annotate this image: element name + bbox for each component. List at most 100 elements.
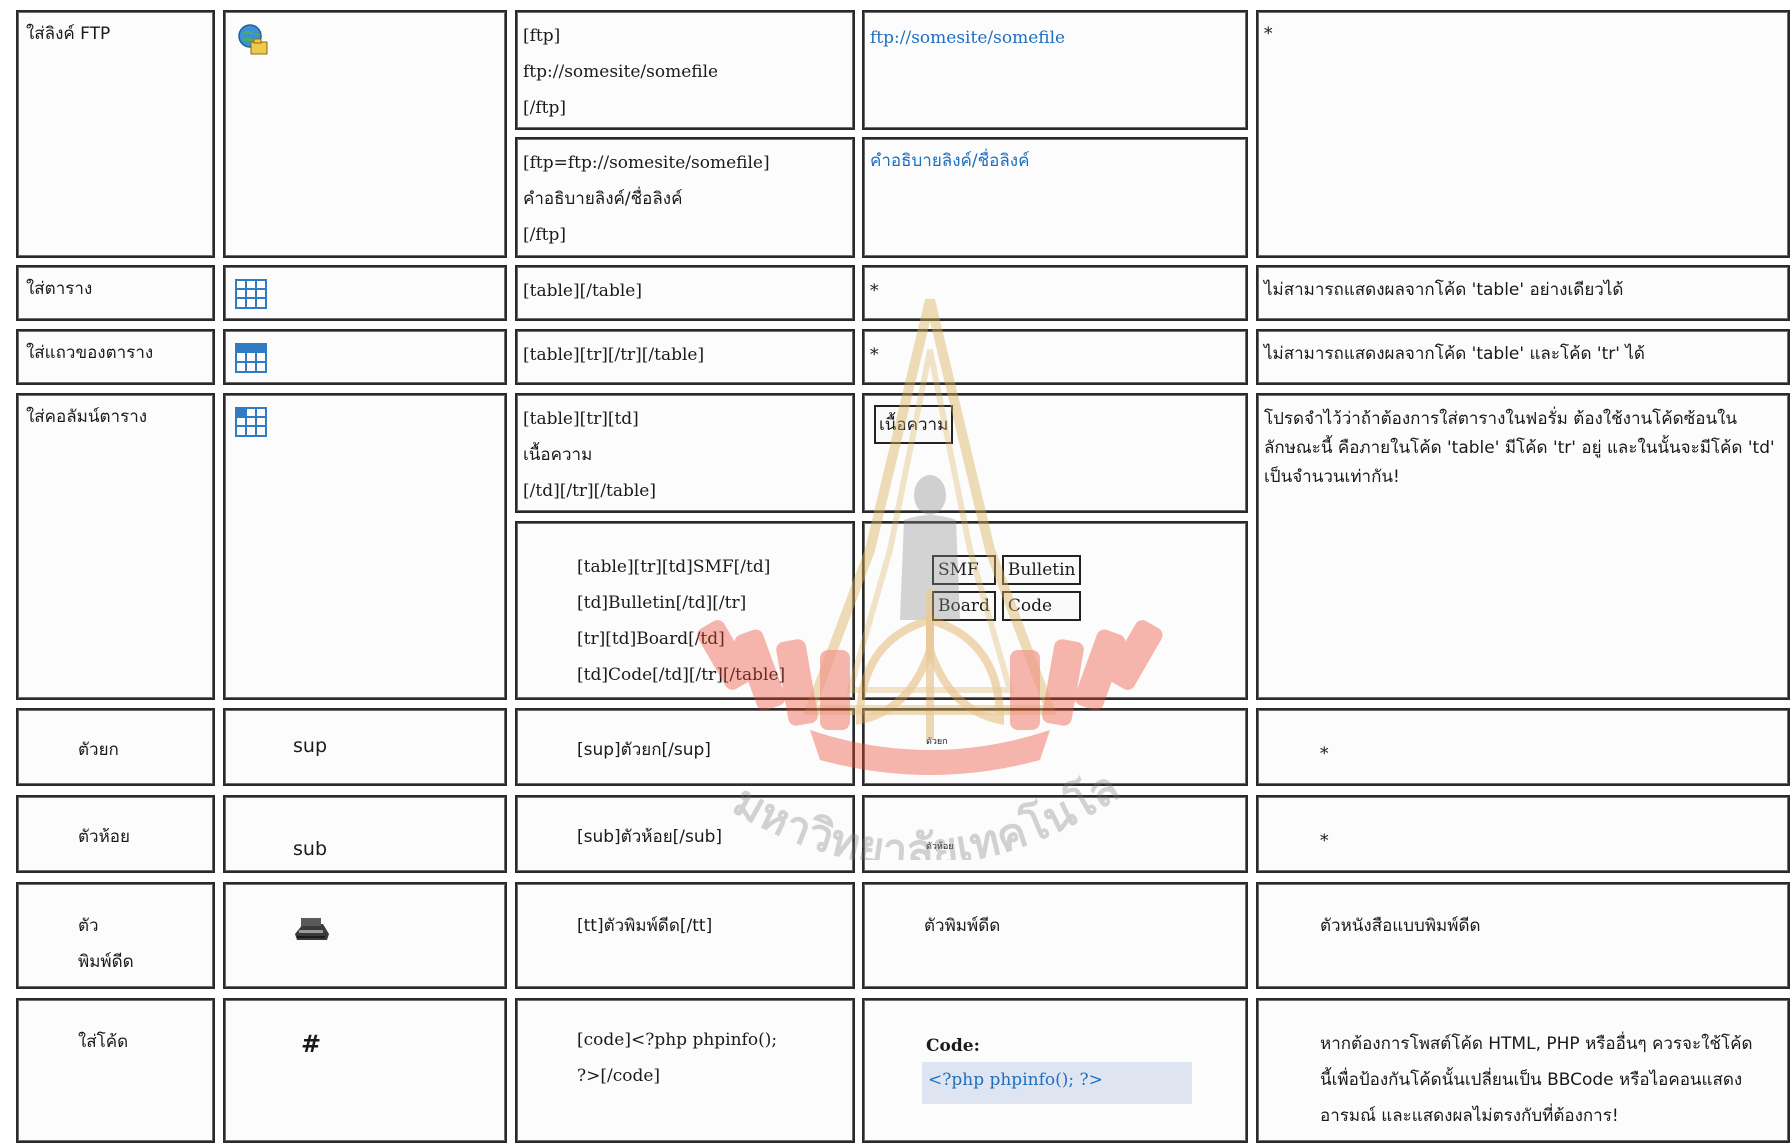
code-result-block: <?php phpinfo(); ?> bbox=[922, 1062, 1192, 1104]
code-result-label: Code: bbox=[926, 1036, 980, 1056]
ftp-named-link[interactable]: คำอธิบายลิงค์/ชื่อลิงค์ bbox=[870, 151, 1029, 171]
code-line: [ftp] bbox=[523, 26, 561, 46]
code-line: [table][tr][td]SMF[/td] bbox=[577, 557, 771, 577]
sup-result-cell: ตัวยก bbox=[862, 708, 1248, 786]
code-line: [table][tr][td] bbox=[523, 409, 639, 429]
typewriter-result: ตัวพิมพ์ดีด bbox=[924, 916, 1001, 936]
row-label: ใส่โค้ด bbox=[78, 1032, 129, 1052]
table-note-cell: ไม่สามารถแสดงผลจากโค้ด 'table' อย่างเดีย… bbox=[1256, 265, 1790, 321]
ftp-result-cell-2: คำอธิบายลิงค์/ชื่อลิงค์ bbox=[862, 137, 1248, 258]
td-result-cell-1: เนื้อความ bbox=[862, 393, 1248, 513]
td-icon-cell bbox=[223, 393, 507, 700]
table-cell: Board bbox=[932, 591, 996, 621]
row-label: ตัวห้อย bbox=[78, 827, 130, 847]
ftp-code-lines-1: [ftp] ftp://somesite/somefile [/ftp] bbox=[523, 18, 718, 126]
tr-note-cell: ไม่สามารถแสดงผลจากโค้ด 'table' และโค้ด '… bbox=[1256, 329, 1790, 385]
ftp-label-cell: ใส่ลิงค์ FTP bbox=[16, 10, 215, 258]
sub-result-cell: ตัวห้อย bbox=[862, 795, 1248, 873]
note-text: * bbox=[1320, 744, 1329, 764]
sup-label-cell: ตัวยก bbox=[16, 708, 215, 786]
table-cell: Bulletin bbox=[1001, 555, 1082, 585]
code-line: [code]<?php phpinfo(); bbox=[577, 1030, 778, 1050]
code-text: [table][/table] bbox=[523, 281, 642, 301]
code-text: [sub]ตัวห้อย[/sub] bbox=[577, 827, 723, 847]
code-label-cell: ใส่โค้ด bbox=[16, 998, 215, 1143]
ftp-code-cell-1: [ftp] ftp://somesite/somefile [/ftp] bbox=[515, 10, 855, 130]
td-code-lines-1: [table][tr][td] เนื้อความ [/td][/tr][/ta… bbox=[523, 401, 656, 509]
code-line: [tr][td]Board[/td] bbox=[577, 629, 725, 649]
tr-code-cell: [table][tr][/tr][/table] bbox=[515, 329, 855, 385]
row-label: ใส่ลิงค์ FTP bbox=[26, 24, 111, 44]
table-grid-icon[interactable] bbox=[235, 279, 267, 309]
table-result-cell: * bbox=[862, 265, 1248, 321]
row-label: ใส่ตาราง bbox=[26, 279, 93, 299]
row-label-line1: ตัว bbox=[78, 916, 99, 936]
tr-label-cell: ใส่แถวของตาราง bbox=[16, 329, 215, 385]
sub-label-cell: ตัวห้อย bbox=[16, 795, 215, 873]
td-code-cell-2: [table][tr][td]SMF[/td] [td]Bulletin[/td… bbox=[515, 521, 855, 700]
code-line: ftp://somesite/somefile bbox=[523, 62, 719, 82]
table-row: Board Code bbox=[932, 591, 1082, 621]
note-text: ไม่สามารถแสดงผลจากโค้ด 'table' อย่างเดีย… bbox=[1264, 280, 1624, 300]
code-line: [td]Code[/td][/tr][/table] bbox=[577, 665, 786, 685]
tt-note-cell: ตัวหนังสือแบบพิมพ์ดีด bbox=[1256, 882, 1790, 989]
ftp-result-link[interactable]: ftp://somesite/somefile bbox=[870, 28, 1065, 48]
subscript-result: ตัวห้อย bbox=[926, 842, 954, 852]
tt-result-cell: ตัวพิมพ์ดีด bbox=[862, 882, 1248, 989]
code-line: [td]Bulletin[/td][/tr] bbox=[577, 593, 747, 613]
ftp-note-cell: * bbox=[1256, 10, 1790, 258]
code-code-lines: [code]<?php phpinfo(); ?>[/code] bbox=[577, 1022, 777, 1094]
code-line: ?>[/code] bbox=[577, 1066, 661, 1086]
subscript-icon[interactable]: sub bbox=[293, 839, 327, 859]
code-line: [/ftp] bbox=[523, 98, 566, 118]
sub-icon-cell: sub bbox=[223, 795, 507, 873]
ftp-code-cell-2: [ftp=ftp://somesite/somefile] คำอธิบายลิ… bbox=[515, 137, 855, 258]
table-column-icon[interactable] bbox=[235, 407, 267, 437]
code-line: [/ftp] bbox=[523, 225, 566, 245]
td-label-cell: ใส่คอลัมน์ตาราง bbox=[16, 393, 215, 700]
row-label-line2: พิมพ์ดีด bbox=[78, 952, 134, 972]
note-text: ตัวหนังสือแบบพิมพ์ดีด bbox=[1320, 916, 1481, 936]
td-code-lines-2: [table][tr][td]SMF[/td] [td]Bulletin[/td… bbox=[577, 549, 785, 693]
table-row-icon[interactable] bbox=[235, 343, 267, 373]
code-line: เนื้อความ bbox=[523, 445, 593, 465]
superscript-icon[interactable]: sup bbox=[293, 736, 327, 756]
row-label: ใส่แถวของตาราง bbox=[26, 343, 154, 363]
hash-icon[interactable]: # bbox=[301, 1030, 321, 1058]
tt-label-cell: ตัว พิมพ์ดีด bbox=[16, 882, 215, 989]
table-label-cell: ใส่ตาราง bbox=[16, 265, 215, 321]
code-text: [sup]ตัวยก[/sup] bbox=[577, 740, 711, 760]
rendered-table-result: SMF Bulletin Board Code bbox=[926, 549, 1087, 627]
td-result-cell-2: SMF Bulletin Board Code bbox=[862, 521, 1248, 700]
sub-code-cell: [sub]ตัวห้อย[/sub] bbox=[515, 795, 855, 873]
result-text: * bbox=[870, 281, 879, 301]
table-icon-cell bbox=[223, 265, 507, 321]
td-note-cell: โปรดจำไว้ว่าถ้าต้องการใส่ตารางในฟอรั่ม ต… bbox=[1256, 393, 1790, 700]
table-cell: Code bbox=[1001, 591, 1082, 621]
table-row: SMF Bulletin bbox=[932, 555, 1082, 585]
typewriter-icon[interactable] bbox=[291, 914, 331, 946]
ftp-result-cell-1: ftp://somesite/somefile bbox=[862, 10, 1248, 130]
code-result-cell: Code: <?php phpinfo(); ?> bbox=[862, 998, 1248, 1143]
ftp-code-lines-2: [ftp=ftp://somesite/somefile] คำอธิบายลิ… bbox=[523, 145, 770, 253]
superscript-result: ตัวยก bbox=[926, 737, 948, 747]
tr-icon-cell bbox=[223, 329, 507, 385]
row-label: ตัวยก bbox=[78, 740, 119, 760]
ftp-globe-icon[interactable] bbox=[235, 22, 271, 58]
note-text: * bbox=[1320, 831, 1329, 851]
result-text: * bbox=[870, 345, 879, 365]
sup-note-cell: * bbox=[1256, 708, 1790, 786]
td-code-cell-1: [table][tr][td] เนื้อความ [/td][/tr][/ta… bbox=[515, 393, 855, 513]
code-code-cell: [code]<?php phpinfo(); ?>[/code] bbox=[515, 998, 855, 1143]
tr-result-cell: * bbox=[862, 329, 1248, 385]
table-code-cell: [table][/table] bbox=[515, 265, 855, 321]
table-cell: SMF bbox=[932, 555, 996, 585]
note-text: โปรดจำไว้ว่าถ้าต้องการใส่ตารางในฟอรั่ม ต… bbox=[1264, 409, 1775, 487]
code-text: [table][tr][/tr][/table] bbox=[523, 345, 705, 365]
note-text: ไม่สามารถแสดงผลจากโค้ด 'table' และโค้ด '… bbox=[1264, 344, 1645, 364]
code-line: คำอธิบายลิงค์/ชื่อลิงค์ bbox=[523, 189, 683, 209]
code-line: [/td][/tr][/table] bbox=[523, 481, 656, 501]
code-icon-cell: # bbox=[223, 998, 507, 1143]
note-text: * bbox=[1264, 24, 1273, 44]
tt-code-cell: [tt]ตัวพิมพ์ดีด[/tt] bbox=[515, 882, 855, 989]
